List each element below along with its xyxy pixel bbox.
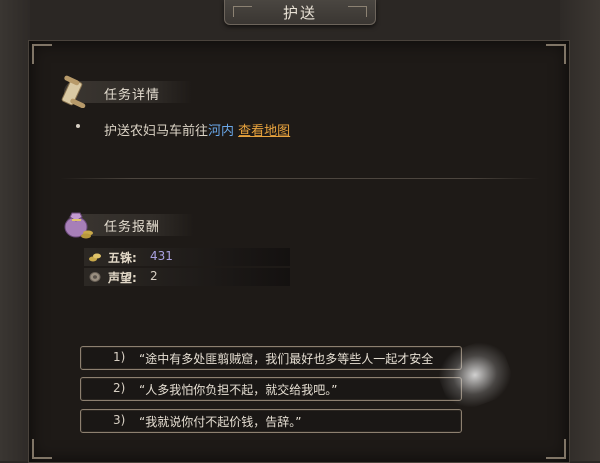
option-number: 3) (113, 413, 126, 427)
reward-row-reputation: 声望: 2 (84, 268, 290, 286)
reputation-icon (89, 272, 101, 282)
window-title: 护送 (282, 4, 317, 22)
view-map-link[interactable]: 查看地图 (238, 124, 290, 139)
reward-value: 2 (150, 269, 158, 283)
dialogue-option-3[interactable]: 3) “我就说你付不起价钱，告辞。” (80, 409, 462, 433)
bullet-dot (76, 124, 80, 128)
option-text: “途中有多处匪翦贼窟，我们最好也多等些人一起才安全 (139, 352, 434, 366)
title-tab: 护送 (224, 0, 376, 25)
section-divider (60, 178, 540, 179)
rewards-title: 任务报酬 (104, 220, 161, 235)
reward-label: 五铢: (108, 251, 137, 265)
reward-value: 431 (150, 249, 173, 263)
background-left (0, 0, 30, 461)
option-text: “我就说你付不起价钱，告辞。” (139, 415, 302, 429)
corner-ornament (546, 439, 566, 459)
task-description: 护送农妇马车前往河内 查看地图 (104, 120, 290, 139)
option-number: 1) (113, 350, 126, 364)
corner-ornament (32, 44, 52, 64)
option-text: “人多我怕你负担不起，就交给我吧。” (139, 383, 338, 397)
dialogue-option-2[interactable]: 2) “人多我怕你负担不起，就交给我吧。” (80, 377, 462, 401)
option-number: 2) (113, 381, 126, 395)
scroll-icon (61, 75, 86, 108)
task-description-text: 护送农妇马车前往 (104, 124, 209, 139)
task-details-title: 任务详情 (104, 88, 161, 103)
money-bag-icon (64, 212, 93, 239)
reward-label: 声望: (108, 271, 137, 285)
dialogue-option-1[interactable]: 1) “途中有多处匪翦贼窟，我们最好也多等些人一起才安全 (80, 346, 462, 370)
reward-row-coins: 五铢: 431 (84, 248, 290, 266)
corner-ornament (546, 44, 566, 64)
coin-icon (89, 253, 101, 262)
corner-ornament (32, 439, 52, 459)
destination-link[interactable]: 河内 (208, 124, 234, 139)
